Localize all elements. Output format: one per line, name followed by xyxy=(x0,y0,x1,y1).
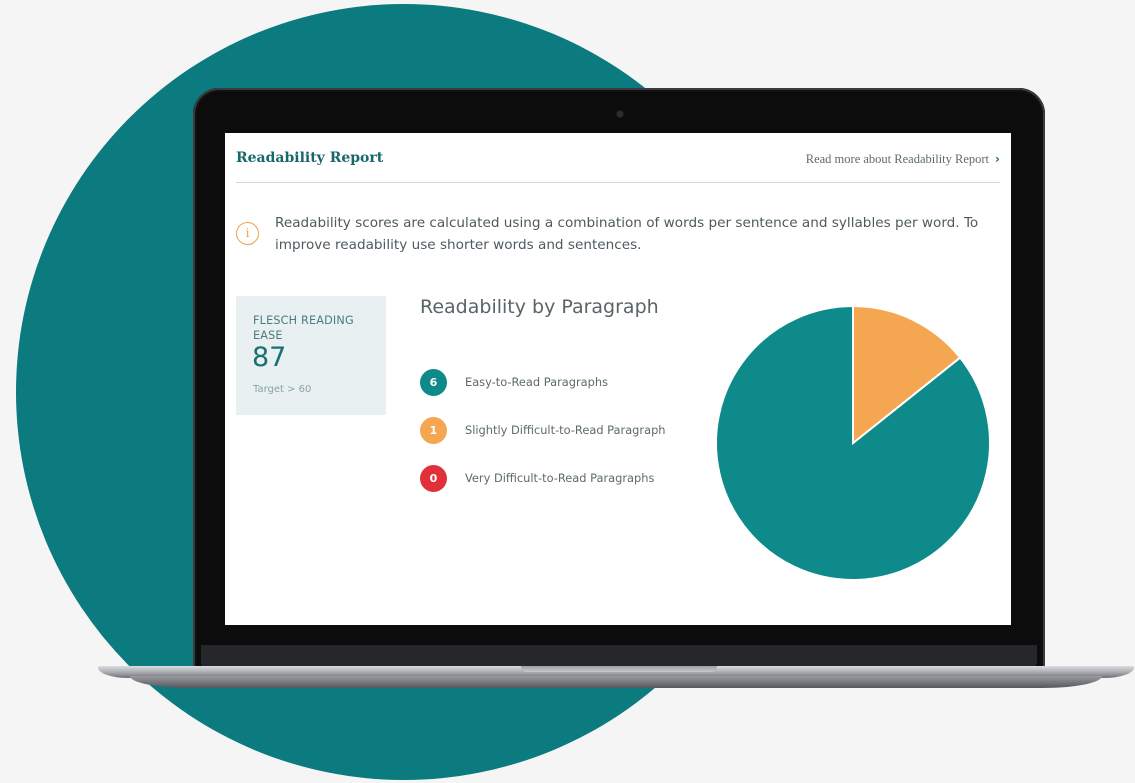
laptop-notch xyxy=(521,666,717,672)
chevron-right-icon: › xyxy=(995,152,1000,166)
info-text: Readability scores are calculated using … xyxy=(275,215,979,253)
legend-count-badge: 6 xyxy=(420,369,447,396)
flesch-score-card: FLESCH READING EASE 87 Target > 60 xyxy=(236,296,386,415)
camera-icon xyxy=(617,111,623,117)
legend-label: Very Difficult-to-Read Paragraphs xyxy=(465,471,655,485)
legend-label: Slightly Difficult-to-Read Paragraph xyxy=(465,423,666,437)
score-label: FLESCH READING EASE xyxy=(253,314,354,342)
read-more-label: Read more about Readability Report xyxy=(805,152,990,166)
page-title: Readability Report xyxy=(236,150,384,166)
legend-item-easy: 6 Easy-to-Read Paragraphs xyxy=(420,369,700,397)
report-header: Readability Report Read more about Reada… xyxy=(236,133,1000,183)
legend-label: Easy-to-Read Paragraphs xyxy=(465,375,609,389)
legend-count-badge: 1 xyxy=(420,417,447,444)
legend-item-slightly-difficult: 1 Slightly Difficult-to-Read Paragraph xyxy=(420,417,700,445)
legend-count-badge: 0 xyxy=(420,465,447,492)
score-value: 87 xyxy=(252,342,287,373)
section-title: Readability by Paragraph xyxy=(420,296,659,318)
marketing-stage: Readability Report Read more about Reada… xyxy=(0,0,1135,783)
laptop-screen: Readability Report Read more about Reada… xyxy=(225,133,1011,625)
legend-item-very-difficult: 0 Very Difficult-to-Read Paragraphs xyxy=(420,465,700,493)
laptop-base-edge xyxy=(130,676,1102,688)
read-more-link[interactable]: Read more about Readability Report › xyxy=(806,152,1000,167)
readability-pie-chart xyxy=(715,304,991,581)
info-icon: i xyxy=(236,222,259,245)
score-target: Target > 60 xyxy=(253,384,312,395)
laptop-chin xyxy=(201,645,1037,667)
